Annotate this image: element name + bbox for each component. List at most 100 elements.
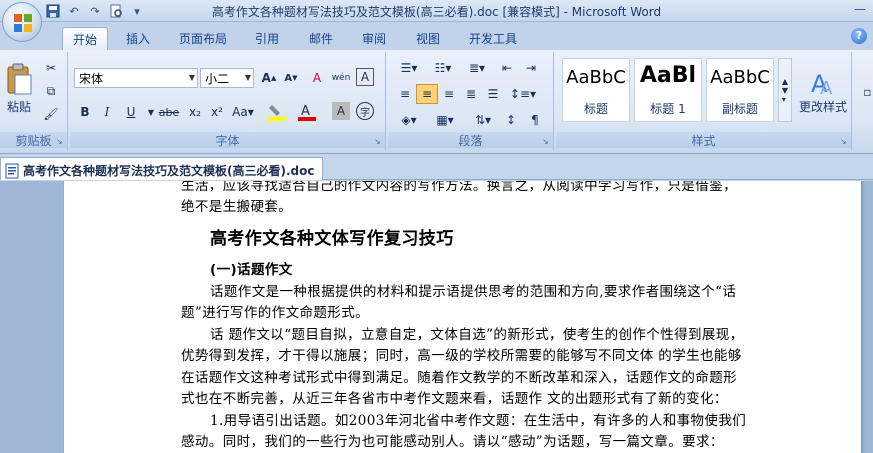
word-doc-icon [5, 163, 19, 178]
style-subtitle[interactable]: AaBbC 副标题 [706, 58, 774, 122]
body-text-line: 话题作文是一种根据提供的材料和提示语提供思考的范围和方向,要求作者围绕这个“话 [210, 284, 737, 300]
window-controls: — [847, 0, 873, 20]
clipboard-launcher-icon[interactable]: ↘ [56, 138, 64, 146]
tab-view[interactable]: 视图 [406, 27, 450, 50]
ribbon: 粘贴 ✂ ⧉ 🖌 剪贴板 ↘ 宋体 ▼ 小二 ▼ A ▲ A ▼ A wén A B… [0, 50, 873, 154]
body-text-line: 优势得到发挥，才干得以施展；同时，高一级的学校所需要的能够写不同文体 的学生也能… [181, 348, 742, 364]
shrink-font-button[interactable]: A ▼ [280, 68, 302, 88]
body-text-line: 生活，应该寻找适合自己的作文内容的写作方法。换言之，从阅读中学习写作，只是借鉴， [181, 181, 737, 194]
format-painter-icon[interactable]: 🖌 [40, 104, 62, 124]
font-color-icon: A [298, 104, 316, 121]
style-name: 标题 [583, 102, 608, 116]
tab-mailings[interactable]: 邮件 [299, 27, 343, 50]
change-styles-icon: AA [811, 70, 833, 98]
paste-button[interactable]: 粘贴 [2, 56, 36, 122]
paste-label: 粘贴 [6, 100, 31, 114]
font-size-combo[interactable]: 小二 ▼ [200, 68, 254, 88]
editing-group: ▫ [862, 52, 873, 150]
tab-references[interactable]: 引用 [245, 27, 289, 50]
document-page[interactable]: 生活，应该寻找适合自己的作文内容的写作方法。换言之，从阅读中学习写作，只是借鉴，… [64, 181, 861, 453]
style-name: 副标题 [721, 102, 758, 116]
body-text-line: 在话题作文这种考试形式中得到满足。随着作文教学的不断改革和深入，话题作文的命题形 [181, 370, 737, 386]
ribbon-tabs: 开始 插入 页面布局 引用 邮件 审阅 视图 开发工具 ? [0, 22, 873, 50]
style-heading-1[interactable]: AaBl 标题 1 [634, 58, 702, 122]
copy-icon[interactable]: ⧉ [40, 81, 62, 101]
align-center-icon[interactable]: ≡ [416, 84, 438, 104]
italic-button[interactable]: I [96, 102, 118, 122]
style-sample: AaBbC [710, 67, 770, 88]
style-title[interactable]: AaBbC 标题 [562, 58, 630, 122]
highlighter-icon [268, 105, 286, 121]
font-color-button[interactable]: A [294, 102, 320, 122]
document-tab[interactable]: 高考作文各种题材写法技巧及范文模板(高三必看).doc [0, 157, 324, 180]
borders-icon[interactable]: ▦▾ [430, 110, 460, 130]
body-text-line: 绝不是生搬硬套。 [181, 199, 293, 215]
title-bar: ↶ ↷ ▾ 高考作文各种题材写法技巧及范文模板(高三必看).doc [兼容模式]… [0, 0, 873, 22]
paragraph-launcher-icon[interactable]: ↘ [542, 138, 550, 146]
style-sample: AaBbC [566, 67, 626, 88]
bold-button[interactable]: B [74, 102, 96, 122]
line-spacing-icon[interactable]: ↕≡▾ [506, 84, 540, 104]
styles-scroll-icon[interactable]: ▲ ▼ ▾ [778, 58, 792, 122]
style-name: 标题 1 [650, 102, 686, 116]
help-icon[interactable]: ? [851, 28, 867, 44]
body-text-line: 感动。同时，我们的一些行为也可能感动别人。请以“感动”为话题，写一篇文章。要求： [181, 434, 724, 450]
align-left-icon[interactable]: ≡ [394, 84, 416, 104]
superscript-button[interactable]: x² [206, 102, 228, 122]
tab-review[interactable]: 审阅 [352, 27, 396, 50]
sort-chinese-icon[interactable]: ⇅▾ [468, 110, 498, 130]
phonetic-guide-button[interactable]: wén [330, 68, 352, 88]
tab-page-layout[interactable]: 页面布局 [170, 27, 236, 50]
font-launcher-icon[interactable]: ↘ [374, 138, 382, 146]
align-right-icon[interactable]: ≡ [438, 84, 460, 104]
increase-indent-icon[interactable]: ⇥ [520, 58, 542, 78]
tab-developer[interactable]: 开发工具 [460, 27, 526, 50]
minimize-icon[interactable]: — [847, 0, 873, 18]
clipboard-group: 粘贴 ✂ ⧉ 🖌 剪贴板 ↘ [0, 52, 68, 150]
char-border-button[interactable]: A [356, 68, 374, 86]
font-group: 宋体 ▼ 小二 ▼ A ▲ A ▼ A wén A B I U ▼ abe x₂ x… [70, 52, 386, 150]
svg-text:A: A [301, 104, 310, 119]
document-tab-label: 高考作文各种题材写法技巧及范文模板(高三必看).doc [23, 164, 315, 178]
paragraph-group: ☰▾ ☷▾ ≣▾ ⇤ ⇥ ≡ ≡ ≡ ≣ ☰ ↕≡▾ ◈▾ ▦▾ ⇅▾ ↕ ¶ … [388, 52, 554, 150]
bullets-icon[interactable]: ☰▾ [394, 58, 424, 78]
font-name-combo[interactable]: 宋体 ▼ [74, 68, 198, 88]
distributed-icon[interactable]: ☰ [482, 84, 504, 104]
body-text-line: 1.用导语引出话题。如2003年河北省中考作文题：在生活中，有许多的人和事物使我… [210, 413, 747, 429]
change-case-button[interactable]: Aa ▼ [230, 102, 256, 122]
numbering-icon[interactable]: ☷▾ [428, 58, 458, 78]
underline-button[interactable]: U [120, 102, 142, 122]
shading-icon[interactable]: ◈▾ [394, 110, 424, 130]
tab-home[interactable]: 开始 [62, 27, 108, 50]
change-styles-button[interactable]: AA 更改样式 [796, 58, 850, 124]
strikethrough-button[interactable]: abe [156, 102, 182, 122]
styles-launcher-icon[interactable]: ↘ [840, 138, 848, 146]
char-shading-button[interactable]: A [332, 102, 350, 120]
styles-group-label: 样式 [556, 132, 851, 148]
sort-icon[interactable]: ↕ [500, 110, 522, 130]
font-size-value: 小二 [205, 72, 230, 86]
tab-insert[interactable]: 插入 [116, 27, 160, 50]
multilevel-list-icon[interactable]: ≣▾ [462, 58, 492, 78]
dropdown-arrow-icon[interactable]: ▼ [245, 73, 251, 82]
grow-font-button[interactable]: A ▲ [258, 68, 280, 88]
svg-text:A: A [820, 78, 833, 98]
decrease-indent-icon[interactable]: ⇤ [496, 58, 518, 78]
change-styles-label: 更改样式 [798, 99, 847, 114]
paragraph-group-label: 段落 [388, 132, 553, 148]
subscript-button[interactable]: x₂ [184, 102, 206, 122]
enclose-char-button[interactable]: 字 [356, 102, 374, 120]
justify-icon[interactable]: ≣ [460, 84, 482, 104]
section-heading: (一)话题作文 [210, 262, 293, 278]
cut-icon[interactable]: ✂ [40, 58, 62, 78]
body-text-line: 式也在不断完善，从近三年各省市中考作文题来看，话题作 文的出题形式有了新的变化： [181, 391, 728, 407]
clear-format-button[interactable]: A [306, 68, 328, 88]
document-tab-bar: 高考作文各种题材写法技巧及范文模板(高三必看).doc [0, 155, 873, 180]
styles-group: AaBbC 标题 AaBl 标题 1 AaBbC 副标题 ▲ ▼ ▾ AA 更改样式… [556, 52, 852, 150]
document-heading: 高考作文各种文体写作复习技巧 [210, 229, 454, 249]
office-button[interactable] [2, 2, 42, 42]
dropdown-arrow-icon[interactable]: ▼ [189, 73, 195, 82]
find-icon[interactable]: ▫ [862, 82, 873, 102]
highlight-button[interactable] [264, 102, 290, 122]
show-marks-icon[interactable]: ¶ [524, 110, 546, 130]
